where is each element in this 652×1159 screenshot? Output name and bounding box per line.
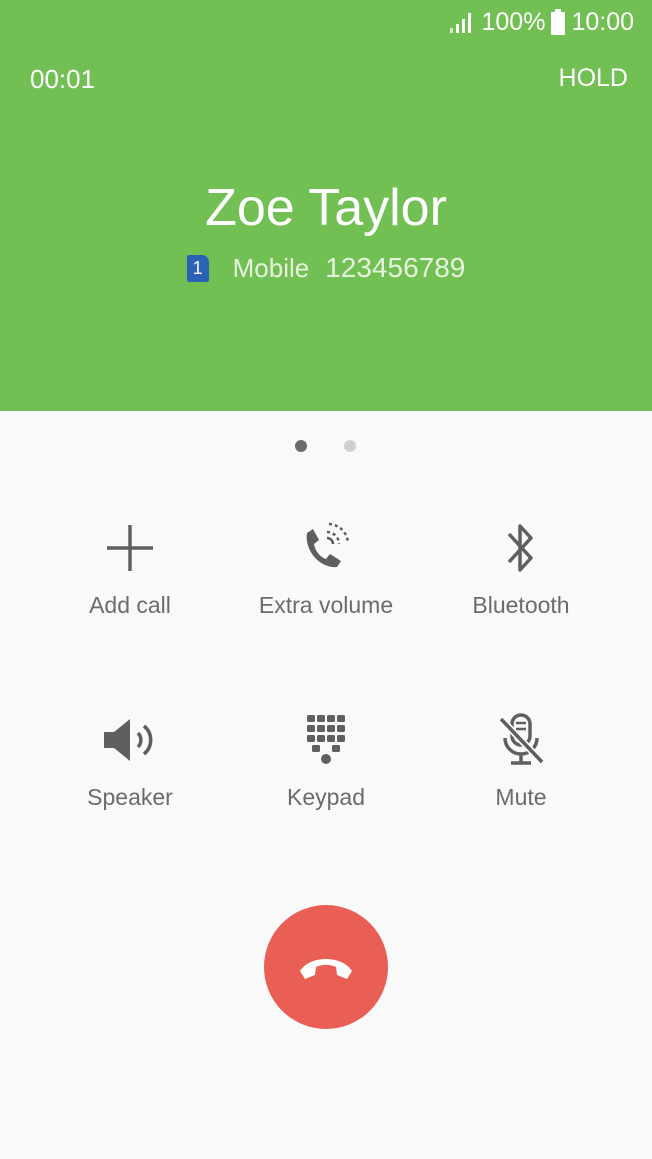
keypad-button[interactable]: Keypad	[226, 708, 426, 811]
speaker-label: Speaker	[87, 784, 173, 810]
bluetooth-icon	[421, 516, 621, 580]
bluetooth-label: Bluetooth	[472, 592, 570, 618]
mute-icon	[421, 708, 621, 772]
plus-icon	[30, 516, 230, 580]
extra-volume-icon	[226, 516, 426, 580]
end-call-icon	[300, 959, 352, 979]
end-call-button[interactable]	[264, 905, 388, 1029]
extra-volume-button[interactable]: Extra volume	[226, 516, 426, 619]
clock: 10:00	[571, 7, 634, 36]
page-indicator-inactive[interactable]	[344, 440, 356, 452]
battery-percent: 100%	[481, 7, 546, 36]
call-duration: 00:01	[30, 64, 96, 94]
speaker-button[interactable]: Speaker	[30, 708, 230, 811]
phone-number: 123456789	[325, 252, 466, 283]
keypad-icon	[226, 708, 426, 772]
hold-button[interactable]: HOLD	[559, 64, 628, 93]
caller-name: Zoe Taylor	[205, 179, 447, 237]
add-call-button[interactable]: Add call	[30, 516, 230, 619]
speaker-icon	[30, 708, 230, 772]
caller-details: 1 Mobile 123456789	[0, 252, 652, 284]
page-indicator-active	[295, 440, 307, 452]
call-header: 100% 10:00 00:01 HOLD Zoe Taylor 1 Mobil…	[0, 0, 652, 411]
battery-icon	[551, 9, 566, 35]
sim-card-icon: 1	[186, 254, 209, 282]
status-bar: 100% 10:00	[449, 6, 634, 38]
mute-button[interactable]: Mute	[421, 708, 621, 811]
keypad-label: Keypad	[286, 784, 365, 810]
extra-volume-label: Extra volume	[258, 592, 394, 618]
mute-label: Mute	[495, 784, 547, 810]
bluetooth-button[interactable]: Bluetooth	[421, 516, 621, 619]
signal-icon	[450, 13, 472, 33]
add-call-label: Add call	[89, 592, 171, 618]
number-type: Mobile	[232, 252, 310, 283]
